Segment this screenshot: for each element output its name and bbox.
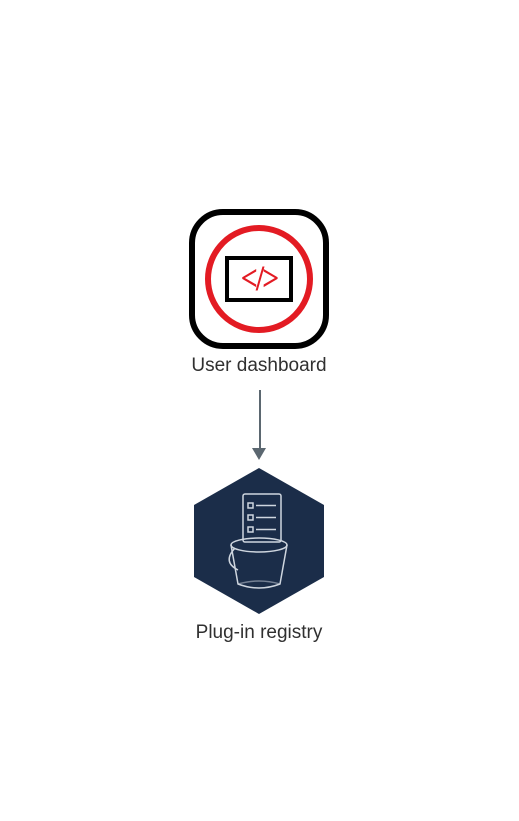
diagram-canvas: </> User dashboard [0,0,519,821]
node-label-registry: Plug-in registry [184,622,334,644]
edge-arrow [259,390,261,450]
node-user-dashboard: </> User dashboard [184,209,334,377]
bucket-list-icon [190,466,328,616]
code-monitor-icon: </> [189,209,329,349]
node-label-dashboard: User dashboard [184,355,334,377]
edge-arrowhead-icon [252,448,266,460]
node-plugin-registry: Plug-in registry [184,466,334,644]
